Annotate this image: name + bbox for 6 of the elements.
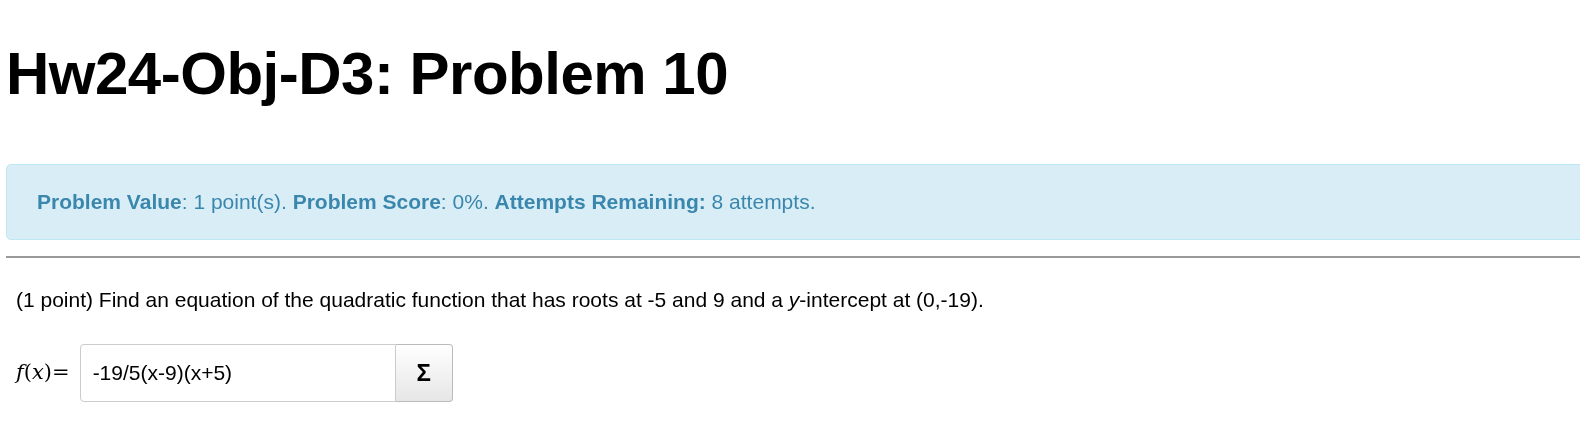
problem-status-text: Problem Value: 1 point(s). Problem Score: 0%. Attempts Remaining: 8 attempts. — [37, 189, 816, 216]
function-label: f(x)= — [16, 358, 70, 386]
equation-editor-button[interactable]: Σ — [395, 343, 453, 402]
page-title: Hw24-Obj-D3: Problem 10 — [6, 40, 728, 108]
problem-statement: (1 point) Find an equation of the quadratic function that has roots at -5 and 9 and a y-intercept at (0,-19). — [16, 287, 984, 313]
answer-input-field[interactable]: -19/5(x-9)(x+5) — [79, 343, 396, 402]
